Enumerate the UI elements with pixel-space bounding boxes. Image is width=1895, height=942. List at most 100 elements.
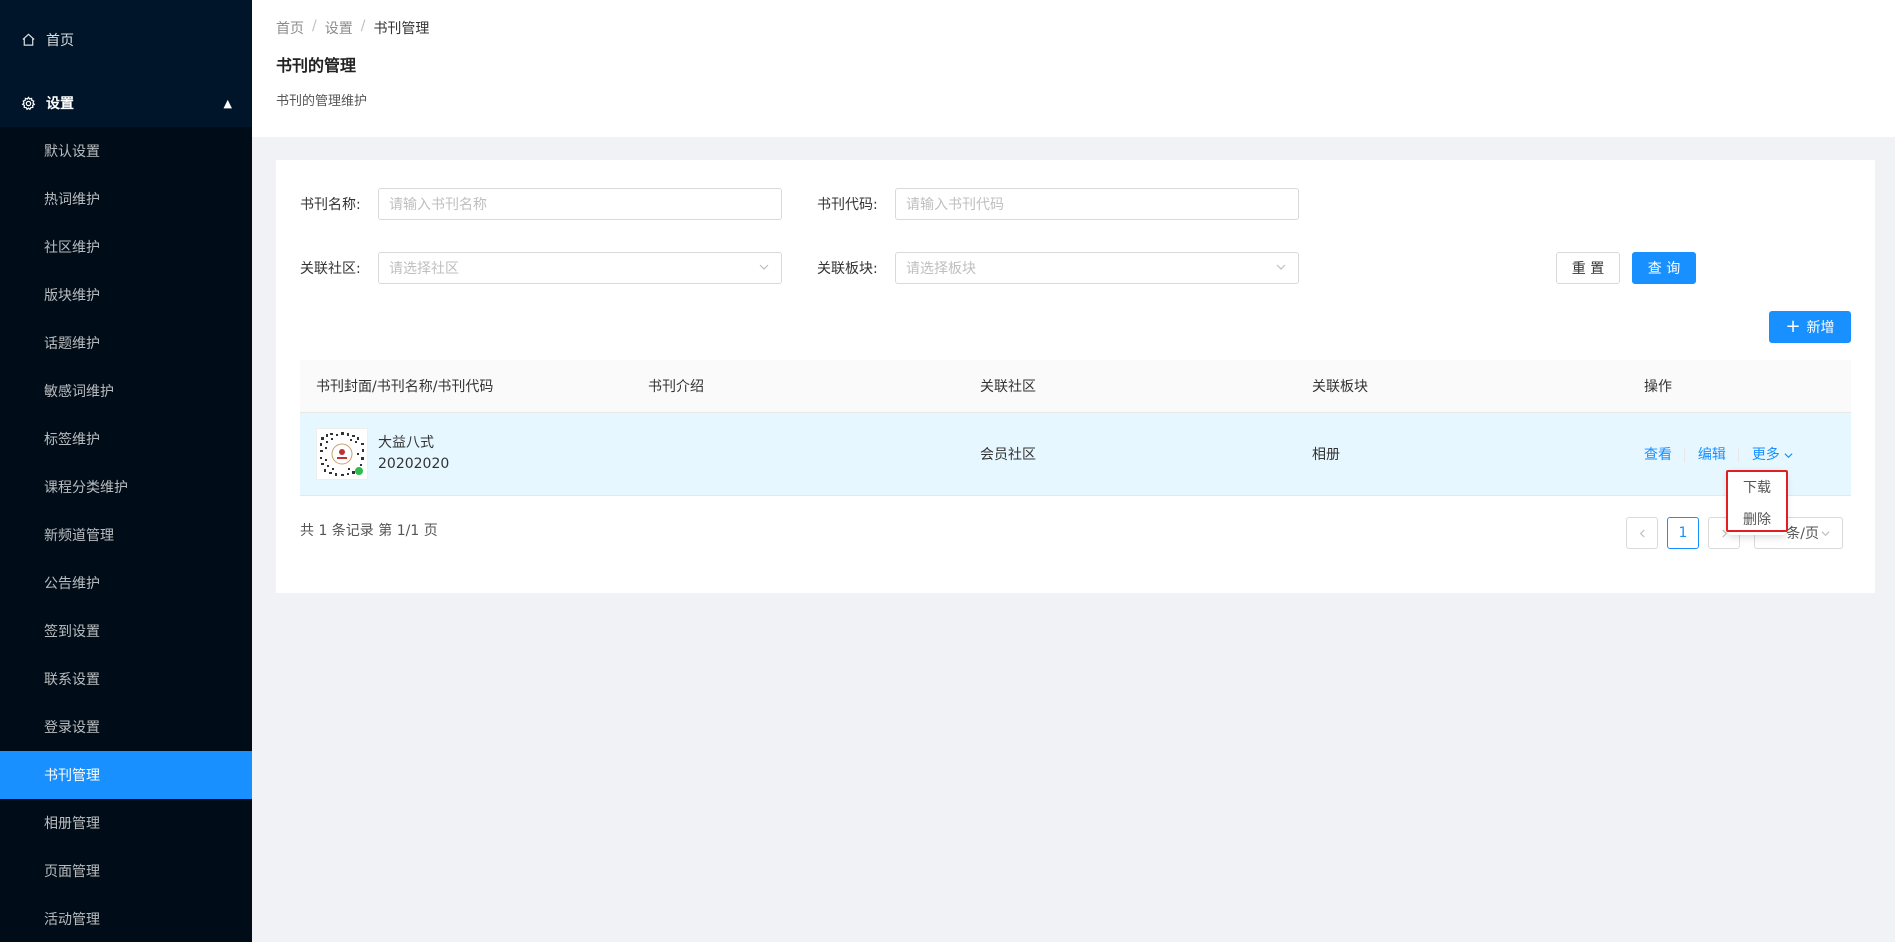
sidebar-item-label: 公告维护 <box>44 576 100 592</box>
sidebar-item-label: 热词维护 <box>44 192 100 208</box>
sidebar-item-tags[interactable]: 标签维护 <box>0 415 252 463</box>
sidebar-item-label: 登录设置 <box>44 720 100 736</box>
sidebar-item-activities[interactable]: 活动管理 <box>0 895 252 942</box>
sidebar-item-label: 社区维护 <box>44 240 100 256</box>
sidebar-item-label: 书刊管理 <box>44 768 100 784</box>
sidebar-item-label: 版块维护 <box>44 288 100 304</box>
content-card: 书刊名称: 请输入书刊名称 书刊代码: 请输入书刊代码 关联社区: 请选择社区 … <box>276 160 1875 593</box>
sidebar-item-label: 相册管理 <box>44 816 100 832</box>
query-button[interactable]: 查 询 <box>1632 252 1696 284</box>
breadcrumb-separator: / <box>360 18 366 34</box>
filter-book-name: 书刊名称: 请输入书刊名称 <box>300 188 782 220</box>
book-community: 会员社区 <box>980 447 1036 463</box>
chevron-left-icon <box>1639 528 1645 538</box>
book-name-input[interactable]: 请输入书刊名称 <box>378 188 782 220</box>
sidebar-item-section[interactable]: 版块维护 <box>0 271 252 319</box>
sidebar-item-label: 新频道管理 <box>44 528 114 544</box>
breadcrumb: 首页 / 设置 / 书刊管理 <box>276 18 1871 38</box>
breadcrumb-home[interactable]: 首页 <box>276 18 304 38</box>
sidebar-item-default-settings[interactable]: 默认设置 <box>0 127 252 175</box>
more-link[interactable]: 更多 <box>1752 447 1793 463</box>
sidebar-item-contact[interactable]: 联系设置 <box>0 655 252 703</box>
chevron-down-icon <box>1784 452 1793 458</box>
table-row: 大益八式 20202020 会员社区 相册 查看 编辑 更多 <box>300 413 1851 496</box>
chevron-down-icon <box>1276 264 1286 270</box>
books-table: 书刊封面/书刊名称/书刊代码 书刊介绍 关联社区 关联板块 操作 大益八式 20… <box>300 360 1851 496</box>
prev-page-button[interactable] <box>1626 517 1658 549</box>
sidebar-group-settings[interactable]: 设置 ▲ <box>0 79 252 127</box>
download-menu-item[interactable]: 下载 <box>1728 471 1786 503</box>
add-button[interactable]: + 新增 <box>1769 311 1851 343</box>
sidebar-item-label: 标签维护 <box>44 432 100 448</box>
book-name-placeholder: 请输入书刊名称 <box>389 197 487 213</box>
view-link[interactable]: 查看 <box>1644 447 1672 463</box>
sidebar-item-checkin[interactable]: 签到设置 <box>0 607 252 655</box>
home-icon <box>20 32 36 48</box>
sidebar-item-label: 课程分类维护 <box>44 480 128 496</box>
sidebar-item-albums[interactable]: 相册管理 <box>0 799 252 847</box>
edit-link[interactable]: 编辑 <box>1698 447 1726 463</box>
breadcrumb-separator: / <box>312 18 317 34</box>
book-code: 20202020 <box>378 456 450 472</box>
column-header-section: 关联板块 <box>1312 379 1368 395</box>
section-label: 关联板块: <box>817 261 878 277</box>
page-header: 首页 / 设置 / 书刊管理 书刊的管理 书刊的管理维护 <box>252 0 1895 137</box>
sidebar-item-books[interactable]: 书刊管理 <box>0 751 252 799</box>
page-title: 书刊的管理 <box>276 56 357 75</box>
more-label: 更多 <box>1751 447 1780 463</box>
action-divider <box>1738 448 1740 462</box>
plus-icon: + <box>1785 316 1801 337</box>
chevron-down-icon <box>1821 530 1830 536</box>
sidebar-home-label: 首页 <box>46 32 74 49</box>
chevron-down-icon <box>759 264 769 270</box>
sidebar-item-new-channel[interactable]: 新频道管理 <box>0 511 252 559</box>
sidebar-item-label: 敏感词维护 <box>44 384 114 400</box>
sidebar-item-pages[interactable]: 页面管理 <box>0 847 252 895</box>
sidebar-item-login[interactable]: 登录设置 <box>0 703 252 751</box>
book-name: 大益八式 <box>378 435 434 451</box>
table-header: 书刊封面/书刊名称/书刊代码 书刊介绍 关联社区 关联板块 操作 <box>300 360 1851 413</box>
pagination-summary: 共 1 条记录 第 1/1 页 <box>300 523 438 539</box>
add-button-label: 新增 <box>1806 320 1835 336</box>
sidebar-item-hot-words[interactable]: 热词维护 <box>0 175 252 223</box>
book-code-label: 书刊代码: <box>817 197 878 213</box>
sidebar-item-course-category[interactable]: 课程分类维护 <box>0 463 252 511</box>
sidebar-item-sensitive-words[interactable]: 敏感词维护 <box>0 367 252 415</box>
column-header-cover: 书刊封面/书刊名称/书刊代码 <box>316 379 494 395</box>
sidebar-item-home[interactable]: 首页 <box>0 0 252 79</box>
sidebar-group-label: 设置 <box>46 96 74 112</box>
community-select[interactable]: 请选择社区 <box>378 252 782 284</box>
delete-menu-item[interactable]: 删除 <box>1728 503 1786 535</box>
column-header-intro: 书刊介绍 <box>648 379 704 395</box>
column-header-actions: 操作 <box>1644 379 1672 395</box>
book-code-placeholder: 请输入书刊代码 <box>906 197 1004 213</box>
sidebar-item-label: 联系设置 <box>44 672 100 688</box>
community-placeholder: 请选择社区 <box>389 261 459 277</box>
book-cover-qr-image <box>316 428 368 480</box>
chevron-up-icon: ▲ <box>223 96 232 110</box>
sidebar-item-community[interactable]: 社区维护 <box>0 223 252 271</box>
community-label: 关联社区: <box>300 261 361 277</box>
reset-button[interactable]: 重 置 <box>1556 252 1620 284</box>
book-code-input[interactable]: 请输入书刊代码 <box>895 188 1299 220</box>
section-placeholder: 请选择板块 <box>906 261 976 277</box>
column-header-community: 关联社区 <box>980 379 1036 395</box>
gear-icon <box>20 95 36 111</box>
sidebar-item-label: 活动管理 <box>44 912 100 928</box>
filter-section: 关联板块: 请选择板块 <box>817 252 1299 284</box>
action-divider <box>1684 448 1686 462</box>
filter-book-code: 书刊代码: 请输入书刊代码 <box>817 188 1299 220</box>
book-cell: 大益八式 20202020 <box>300 428 632 480</box>
book-section: 相册 <box>1312 447 1340 463</box>
sidebar-item-label: 签到设置 <box>44 624 100 640</box>
breadcrumb-current: 书刊管理 <box>373 21 430 37</box>
row-actions: 查看 编辑 更多 <box>1628 444 1851 464</box>
breadcrumb-settings[interactable]: 设置 <box>325 18 353 38</box>
sidebar-item-topic[interactable]: 话题维护 <box>0 319 252 367</box>
sidebar-item-label: 默认设置 <box>44 144 100 160</box>
page-1-button[interactable]: 1 <box>1667 517 1699 549</box>
filter-community: 关联社区: 请选择社区 <box>300 252 782 284</box>
sidebar-item-announcement[interactable]: 公告维护 <box>0 559 252 607</box>
section-select[interactable]: 请选择板块 <box>895 252 1299 284</box>
page-description: 书刊的管理维护 <box>276 94 368 109</box>
